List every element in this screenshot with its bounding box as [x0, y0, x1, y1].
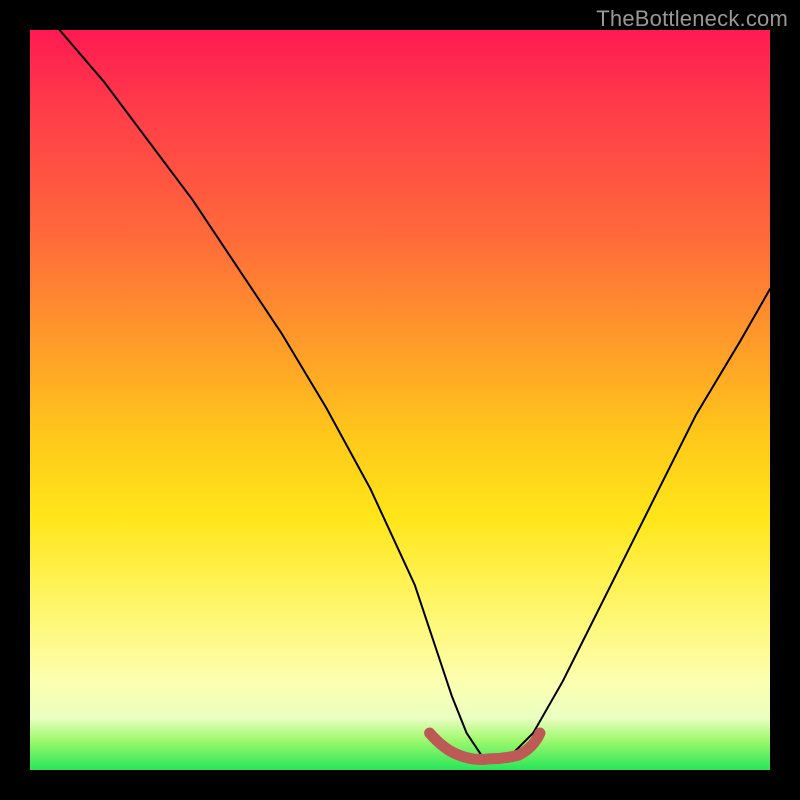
watermark-text: TheBottleneck.com: [596, 6, 788, 32]
curve-path: [60, 30, 770, 763]
plot-area: [30, 30, 770, 770]
chart-frame: TheBottleneck.com: [0, 0, 800, 800]
valley-highlight-path: [430, 733, 540, 759]
bottleneck-curve: [30, 30, 770, 770]
